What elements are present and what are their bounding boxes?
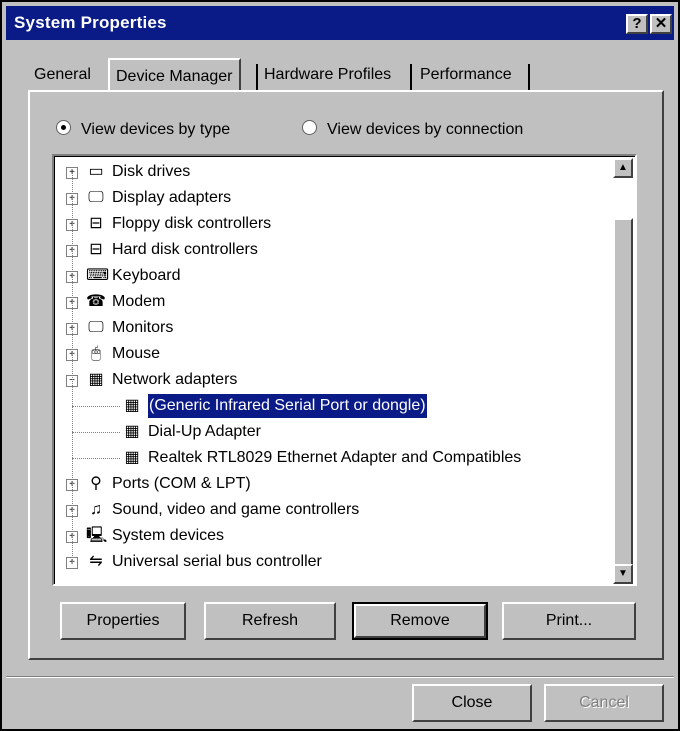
tree-category-item[interactable]: + ⌨ Keyboard (54, 264, 594, 288)
network-adapter-icon: ▦ (124, 397, 140, 414)
usb-icon: ⇋ (89, 553, 103, 570)
close-window-button[interactable]: ✕ (650, 14, 672, 34)
monitor-icon: 🖵 (88, 319, 104, 336)
view-by-type-label: View devices by type (81, 121, 231, 138)
network-adapter-icon: ▦ (88, 371, 104, 388)
tree-item-label: Sound, video and game controllers (112, 501, 360, 518)
tree-category-item[interactable]: + ☎ Modem (54, 290, 594, 314)
tree-item-label: Dial-Up Adapter (148, 423, 261, 440)
tree-item-label: (Generic Infrared Serial Port or dongle) (147, 393, 428, 419)
tab-strip: General Device Manager Hardware Profiles… (26, 58, 666, 92)
radio-selected-icon[interactable] (56, 120, 71, 135)
network-adapter-icon: ▦ (124, 423, 140, 440)
title-bar[interactable]: System Properties ? ✕ (6, 6, 674, 40)
tree-trunk-line (72, 172, 73, 562)
tree-item-label: Floppy disk controllers (112, 215, 272, 232)
device-tree[interactable]: + ▭ Disk drives + 🖵 Display adapters + ⊟ Floppy … (52, 154, 637, 586)
remove-button[interactable]: Remove (352, 602, 488, 640)
properties-button[interactable]: Properties (60, 602, 186, 640)
vertical-scrollbar[interactable]: ▲ ▼ (613, 158, 633, 584)
tree-item-label: Mouse (112, 345, 161, 362)
tree-category-item[interactable]: + 🖵 Display adapters (54, 186, 594, 210)
view-by-connection-option[interactable]: View devices by connection (302, 120, 523, 139)
tree-category-item[interactable]: + ⊟ Hard disk controllers (54, 238, 594, 262)
tree-category-item[interactable]: + ⊟ Floppy disk controllers (54, 212, 594, 236)
tab-performance[interactable]: Performance (420, 64, 512, 90)
radio-unselected-icon[interactable] (302, 120, 317, 135)
tree-category-item[interactable]: + ⚲ Ports (COM & LPT) (54, 472, 594, 496)
print-button[interactable]: Print... (502, 602, 636, 640)
close-button[interactable]: Close (412, 684, 532, 722)
hard-disk-controller-icon: ⊟ (89, 241, 103, 258)
modem-icon: ☎ (86, 293, 106, 310)
tab-hardware-profiles[interactable]: Hardware Profiles (264, 64, 391, 90)
footer-divider (6, 676, 674, 678)
tree-child-item[interactable]: ▦ (Generic Infrared Serial Port or dongle… (54, 393, 594, 419)
refresh-button[interactable]: Refresh (204, 602, 336, 640)
tree-category-item[interactable]: + 🖵 Monitors (54, 316, 594, 340)
window-title: System Properties (14, 13, 167, 32)
system-properties-dialog: System Properties ? ✕ General Device Man… (0, 0, 680, 731)
tab-separator (256, 64, 258, 90)
tree-item-label: Universal serial bus controller (112, 553, 322, 570)
tree-item-label: Display adapters (112, 189, 232, 206)
tree-item-label: Monitors (112, 319, 174, 336)
keyboard-icon: ⌨ (86, 267, 110, 284)
scroll-down-button[interactable]: ▼ (613, 564, 633, 584)
tree-connector (72, 458, 120, 459)
network-adapter-icon: ▦ (124, 449, 140, 466)
tree-category-item[interactable]: + ⇋ Universal serial bus controller (54, 550, 594, 574)
view-by-type-option[interactable]: View devices by type (56, 120, 230, 139)
tab-device-manager[interactable]: Device Manager (108, 58, 241, 90)
tree-connector (72, 432, 120, 433)
tree-item-label: System devices (112, 527, 225, 544)
tree-item-label: Disk drives (112, 163, 191, 180)
tree-category-item[interactable]: + 🖳 System devices (54, 524, 594, 548)
tree-item-label: Modem (112, 293, 166, 310)
tree-connector (72, 406, 120, 407)
cancel-button: Cancel (544, 684, 664, 722)
view-by-connection-label: View devices by connection (327, 121, 524, 138)
monitor-icon: 🖵 (88, 189, 104, 206)
tree-item-label: Realtek RTL8029 Ethernet Adapter and Com… (148, 449, 522, 466)
disk-drive-icon: ▭ (88, 163, 104, 180)
tree-item-label: Network adapters (112, 371, 238, 388)
tree-child-item[interactable]: ▦ Dial-Up Adapter (54, 420, 594, 444)
tree-category-item[interactable]: + ♫ Sound, video and game controllers (54, 498, 594, 522)
tree-child-item[interactable]: ▦ Realtek RTL8029 Ethernet Adapter and Co… (54, 446, 594, 470)
system-device-icon: 🖳 (86, 527, 108, 544)
tab-separator (410, 64, 412, 90)
tree-item-label: Keyboard (112, 267, 181, 284)
tab-general[interactable]: General (34, 64, 91, 90)
tree-category-item[interactable]: − ▦ Network adapters (54, 368, 594, 392)
port-icon: ⚲ (90, 475, 102, 492)
tree-category-item[interactable]: + ▭ Disk drives (54, 160, 594, 184)
help-button[interactable]: ? (626, 14, 648, 34)
remove-button-label: Remove (390, 612, 450, 629)
floppy-controller-icon: ⊟ (89, 215, 103, 232)
sound-controller-icon: ♫ (90, 501, 102, 518)
tab-separator (528, 64, 530, 90)
tree-item-label: Hard disk controllers (112, 241, 258, 258)
mouse-icon: 🖱 (91, 345, 101, 362)
tree-item-label: Ports (COM & LPT) (112, 475, 251, 492)
tree-category-item[interactable]: + 🖱 Mouse (54, 342, 594, 366)
scroll-up-button[interactable]: ▲ (613, 158, 633, 178)
scroll-thumb[interactable] (613, 218, 633, 578)
